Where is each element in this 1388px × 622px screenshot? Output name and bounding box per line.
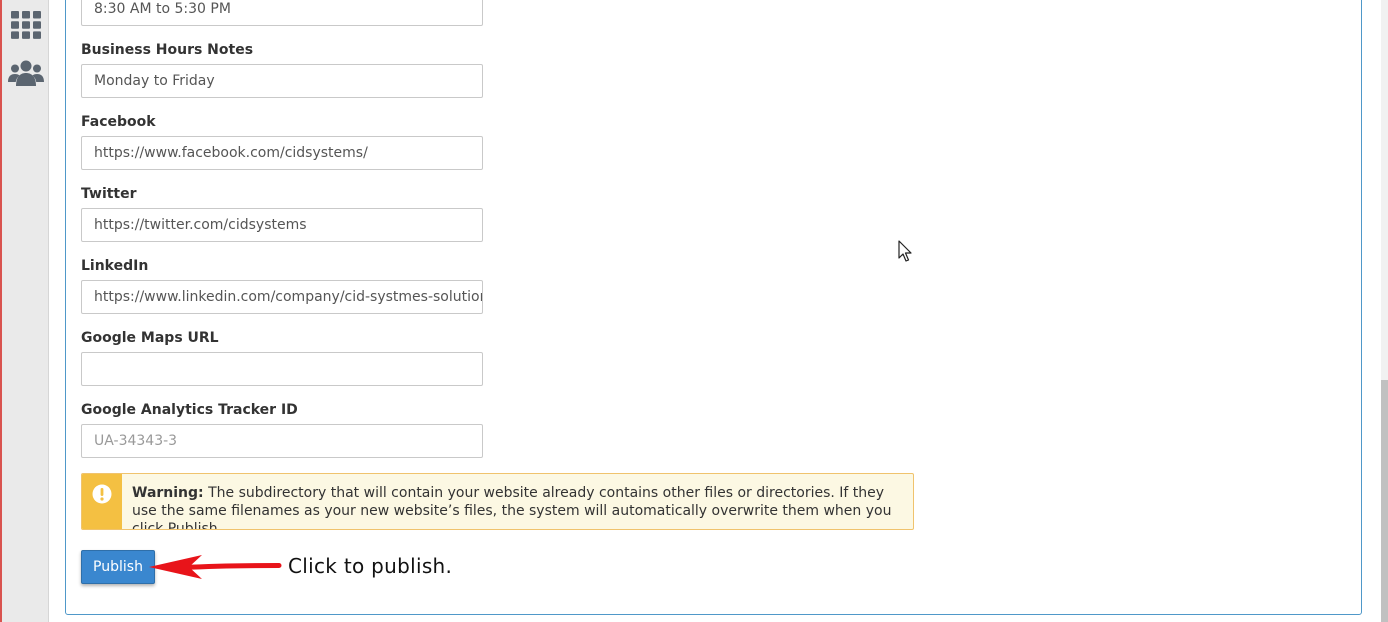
warning-body: The subdirectory that will contain your … xyxy=(132,485,892,530)
google-analytics-field[interactable]: UA-34343-3 xyxy=(81,424,483,458)
apps-grid-icon[interactable] xyxy=(2,11,49,39)
annotation-arrow-icon xyxy=(149,555,282,579)
google-analytics-label: Google Analytics Tracker ID xyxy=(81,402,298,418)
business-hours-notes-field[interactable]: Monday to Friday xyxy=(81,64,483,98)
google-maps-url-field[interactable] xyxy=(81,352,483,386)
twitter-label: Twitter xyxy=(81,186,137,202)
mouse-cursor-icon xyxy=(898,240,912,262)
twitter-field[interactable]: https://twitter.com/cidsystems xyxy=(81,208,483,242)
exclamation-icon xyxy=(92,484,112,504)
warning-message: Warning: The subdirectory that will cont… xyxy=(132,484,902,530)
warning-strip xyxy=(82,474,122,529)
annotation-text: Click to publish. xyxy=(288,554,453,578)
facebook-label: Facebook xyxy=(81,114,156,130)
linkedin-field[interactable]: https://www.linkedin.com/company/cid-sys… xyxy=(81,280,483,314)
sidebar xyxy=(2,0,49,622)
facebook-field[interactable]: https://www.facebook.com/cidsystems/ xyxy=(81,136,483,170)
warning-title: Warning: xyxy=(132,485,204,501)
users-icon[interactable] xyxy=(2,60,49,86)
warning-alert: Warning: The subdirectory that will cont… xyxy=(81,473,914,530)
linkedin-label: LinkedIn xyxy=(81,258,149,274)
business-hours-notes-label: Business Hours Notes xyxy=(81,42,254,58)
google-maps-url-label: Google Maps URL xyxy=(81,330,219,346)
business-hours-field[interactable]: 8:30 AM to 5:30 PM xyxy=(81,0,483,26)
scrollbar-thumb[interactable] xyxy=(1381,380,1388,622)
